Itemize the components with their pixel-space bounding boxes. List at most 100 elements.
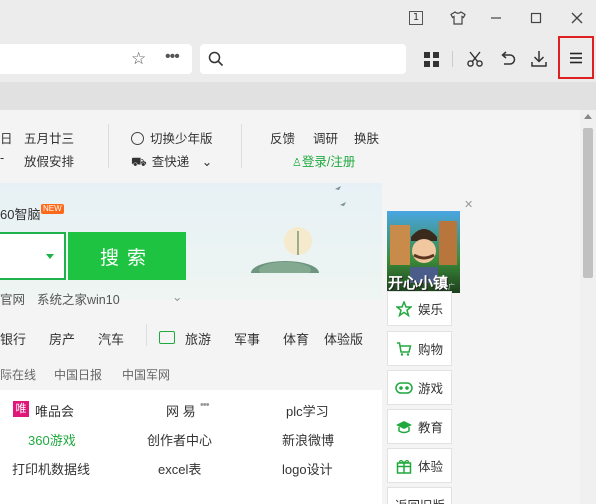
express-link[interactable]: ⛟ 查快递 ⌄	[131, 151, 212, 171]
login-label: 登录/注册	[301, 155, 356, 169]
info-divider	[108, 124, 109, 168]
close-icon	[571, 12, 583, 24]
search-input[interactable]	[0, 232, 66, 280]
nav-link-house[interactable]: 房产	[49, 329, 75, 348]
clock-icon	[131, 132, 144, 145]
lotus-illustration	[251, 186, 346, 273]
switch-mode-link[interactable]: 切换少年版	[131, 128, 213, 147]
side-menu-label: 购物	[418, 343, 444, 357]
dash-text: -	[0, 151, 5, 165]
minimize-icon	[491, 17, 501, 19]
chevron-down-icon[interactable]: ⌄	[172, 289, 182, 304]
side-menu-experience[interactable]: 体验	[387, 448, 452, 483]
more-options-icon[interactable]: •••	[165, 48, 180, 66]
search-button[interactable]: 搜索	[68, 232, 186, 280]
nav-link-beta[interactable]: 体验版	[324, 329, 363, 348]
scissors-icon	[467, 51, 483, 67]
vip-logo-icon: 唯	[13, 401, 29, 417]
apps-grid-icon	[423, 51, 439, 67]
hamburger-menu-icon	[570, 52, 582, 63]
info-divider	[241, 124, 242, 168]
apps-grid-button[interactable]	[420, 48, 442, 70]
new-badge: NEW	[41, 204, 64, 214]
side-menu-label: 游戏	[418, 382, 444, 396]
truck-icon: ⛟	[131, 154, 147, 169]
sub-nav-link[interactable]: 际在线	[0, 366, 36, 383]
tab-list-button[interactable]: 1	[404, 6, 428, 30]
gift-icon	[395, 457, 413, 475]
side-menu-old-version[interactable]: 返回旧版	[387, 487, 452, 504]
nav-link-military[interactable]: 军事	[234, 329, 260, 348]
side-menu-label: 娱乐	[418, 303, 444, 317]
skin-shirt-button[interactable]	[446, 6, 470, 30]
skin-link[interactable]: 换肤	[354, 128, 379, 147]
side-menu-education[interactable]: 教育	[387, 409, 452, 444]
sub-nav-link[interactable]: 中国日报	[54, 366, 102, 383]
game-ad-banner[interactable]: 开心小镇 广告	[387, 211, 460, 293]
chevron-down-icon: ⌄	[201, 154, 213, 169]
star-icon	[395, 300, 413, 318]
undo-icon	[501, 51, 516, 65]
sub-nav-link[interactable]: 中国军网	[122, 366, 170, 383]
holiday-link[interactable]: 放假安排	[24, 151, 74, 170]
user-icon: ♙	[292, 156, 302, 169]
nav-link-bank[interactable]: 银行	[0, 329, 26, 348]
download-icon	[531, 51, 547, 67]
cart-icon	[395, 340, 413, 358]
hint-link[interactable]: 官网	[0, 289, 25, 308]
toolbar-divider	[452, 51, 453, 67]
link-netease[interactable]: 网 易	[166, 401, 196, 420]
scroll-thumb[interactable]	[583, 128, 593, 278]
more-dots-icon: •••	[200, 399, 210, 411]
search-hero: 60智脑 NEW 搜索 官网 系统之家win10 ⌄	[0, 183, 382, 307]
window-title-bar: 1	[0, 0, 596, 36]
nav-link-car[interactable]: 汽车	[98, 329, 124, 348]
page-content: 日 五月廿三 - 放假安排 切换少年版 ⛟ 查快递 ⌄ 反馈 调研 换肤 ♙登录/…	[0, 110, 580, 504]
side-menu-shopping[interactable]: 购物	[387, 331, 452, 366]
switch-mode-label: 切换少年版	[150, 132, 213, 146]
link-logo-design[interactable]: logo设计	[282, 459, 333, 478]
feedback-link[interactable]: 反馈	[270, 128, 295, 147]
bookmark-star-icon[interactable]: ☆	[131, 49, 146, 69]
links-card: 唯 唯品会 网 易 ••• plc学习 360游戏 创作者中心 新浪微博 打印机…	[0, 390, 382, 504]
gamepad-icon	[395, 379, 413, 397]
graduation-cap-icon	[395, 418, 413, 436]
link-vip[interactable]: 唯品会	[35, 401, 74, 420]
travel-icon	[159, 331, 175, 344]
side-menu-games[interactable]: 游戏	[387, 370, 452, 405]
maximize-button[interactable]	[524, 6, 548, 30]
brand-text: 60智脑	[0, 207, 41, 222]
link-weibo[interactable]: 新浪微博	[282, 430, 334, 449]
download-button[interactable]	[528, 48, 550, 70]
address-bar[interactable]: ☆ •••	[0, 44, 192, 74]
link-plc[interactable]: plc学习	[286, 401, 329, 420]
side-menu-label: 教育	[418, 421, 444, 435]
page-scrollbar[interactable]	[580, 110, 596, 504]
ad-close-icon[interactable]: ✕	[464, 198, 473, 211]
side-menu-label: 体验	[418, 460, 444, 474]
lunar-date-text: 五月廿三	[24, 132, 75, 146]
side-menu-entertainment[interactable]: 娱乐	[387, 291, 452, 326]
main-menu-button[interactable]	[558, 36, 594, 79]
search-box[interactable]	[200, 44, 406, 74]
scroll-up-arrow-icon[interactable]	[584, 114, 592, 119]
link-excel[interactable]: excel表	[158, 459, 201, 478]
nav-link-travel[interactable]: 旅游	[185, 329, 211, 348]
minimize-button[interactable]	[484, 6, 508, 30]
research-link[interactable]: 调研	[313, 128, 338, 147]
close-window-button[interactable]	[564, 6, 590, 30]
link-360-games[interactable]: 360游戏	[28, 430, 76, 449]
maximize-icon	[530, 12, 542, 24]
bookmarks-bar	[0, 82, 596, 110]
screenshot-button[interactable]	[464, 48, 486, 70]
nav-link-sports[interactable]: 体育	[283, 329, 309, 348]
login-link[interactable]: ♙登录/注册	[292, 151, 355, 170]
undo-button[interactable]	[497, 48, 519, 70]
side-menu-label: 返回旧版	[395, 495, 445, 504]
link-creator-center[interactable]: 创作者中心	[147, 430, 212, 449]
ad-title: 开心小镇	[388, 275, 449, 292]
link-printer-cable[interactable]: 打印机数据线	[12, 459, 90, 478]
tab-count-icon: 1	[409, 11, 423, 25]
hint-link[interactable]: 系统之家win10	[37, 289, 120, 308]
search-engine-dropdown-icon[interactable]	[46, 254, 54, 259]
